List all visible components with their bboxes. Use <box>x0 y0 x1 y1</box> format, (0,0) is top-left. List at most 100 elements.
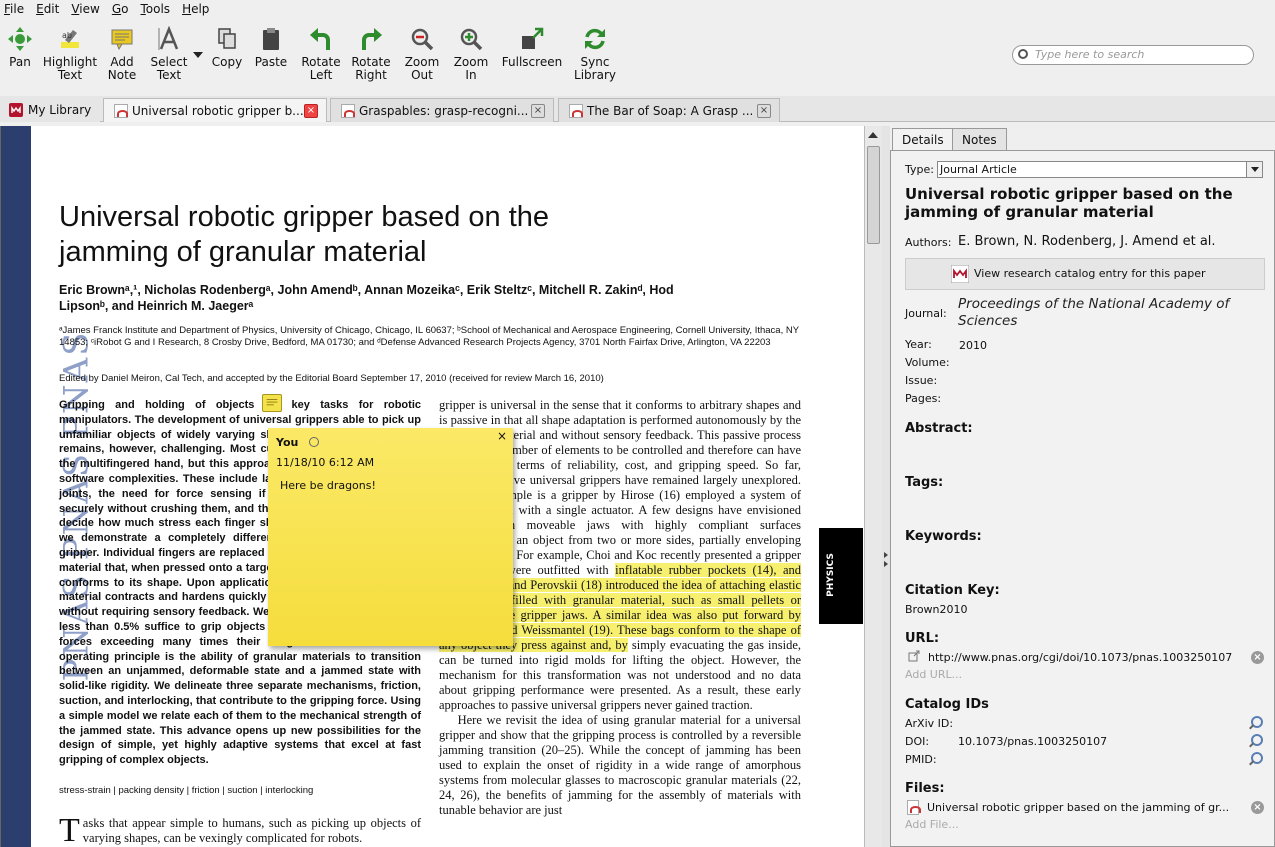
details-title[interactable]: Universal robotic gripper based on the j… <box>905 185 1265 221</box>
external-link-icon[interactable] <box>908 650 920 662</box>
highlighter-icon: ab <box>61 30 79 48</box>
menu-help[interactable]: Help <box>182 2 209 16</box>
scrollbar-thumb[interactable] <box>867 146 880 244</box>
select-text-icon <box>158 26 179 50</box>
file-value[interactable]: Universal robotic gripper based on the j… <box>927 801 1229 814</box>
chevron-down-icon <box>193 52 203 58</box>
pdf-document-view[interactable]: PNAS PNAS PNAS Universal robotic gripper… <box>0 126 864 847</box>
sticky-note-popup[interactable]: You 11/18/10 6:12 AM Here be dragons! × <box>268 428 513 646</box>
close-tab-icon[interactable]: × <box>304 104 318 118</box>
paste-icon <box>263 28 279 50</box>
chevron-down-icon <box>1246 162 1262 177</box>
pdf-icon <box>114 104 128 118</box>
remove-url-icon[interactable]: × <box>1251 651 1264 664</box>
tab-details[interactable]: Details <box>892 128 954 150</box>
svg-text:ab: ab <box>62 31 72 40</box>
mendeley-icon <box>951 265 969 283</box>
close-tab-icon[interactable]: × <box>757 104 771 118</box>
fullscreen-button[interactable]: Fullscreen <box>500 26 564 69</box>
sync-icon <box>585 28 605 50</box>
year-label: Year: <box>905 338 932 351</box>
vertical-scrollbar[interactable] <box>864 126 882 847</box>
menu-view[interactable]: View <box>71 2 99 16</box>
paper-intro: Tasks that appear simple to humans, such… <box>59 812 421 847</box>
panel-splitter[interactable] <box>882 126 890 847</box>
view-catalog-button[interactable]: View research catalog entry for this pap… <box>905 258 1265 290</box>
lookup-arxiv-icon[interactable] <box>1248 716 1263 730</box>
keywords-header: Keywords: <box>905 529 982 544</box>
citation-key-value[interactable]: Brown2010 <box>905 603 968 616</box>
search-placeholder: Type here to search <box>1035 48 1145 61</box>
doi-value[interactable]: 10.1073/pnas.1003250107 <box>958 735 1107 748</box>
pan-button[interactable]: Pan <box>5 26 35 69</box>
pan-icon <box>8 27 32 51</box>
tab-universal-gripper[interactable]: Universal robotic gripper b... × <box>103 98 327 122</box>
close-icon[interactable]: × <box>497 429 507 443</box>
search-icon <box>1018 49 1028 59</box>
paper-keywords: stress-strain | packing density | fricti… <box>59 785 314 796</box>
pages-label: Pages: <box>905 392 942 405</box>
journal-spine: PNAS PNAS PNAS <box>1 126 97 847</box>
type-select[interactable]: Journal Article <box>937 161 1263 178</box>
rotate-right-button[interactable]: Rotate Right <box>349 26 393 82</box>
drop-cap: T <box>59 812 80 847</box>
menu-bar: File Edit View Go Tools Help <box>0 0 1275 18</box>
paper-authors: Eric Brownᵃ,¹, Nicholas Rodenbergᵃ, John… <box>59 283 674 313</box>
copy-button[interactable]: Copy <box>210 26 244 69</box>
url-value[interactable]: http://www.pnas.org/cgi/doi/10.1073/pnas… <box>928 651 1232 664</box>
tab-my-library[interactable]: My Library <box>0 98 100 122</box>
section-tab-physics: PHYSICS <box>819 528 863 624</box>
menu-edit[interactable]: Edit <box>36 2 59 16</box>
tab-graspables[interactable]: Graspables: grasp-recogni... × <box>330 98 554 122</box>
scroll-up-icon[interactable] <box>868 132 878 138</box>
paper-title: Universal robotic gripper based on the j… <box>59 201 550 268</box>
type-label: Type: <box>905 163 934 176</box>
year-value[interactable]: 2010 <box>959 339 987 352</box>
search-input[interactable]: Type here to search <box>1012 45 1254 65</box>
chevron-right-icon <box>884 561 888 567</box>
menu-go[interactable]: Go <box>112 2 129 16</box>
journal-value[interactable]: Proceedings of the National Academy of S… <box>958 296 1258 330</box>
authors-value[interactable]: E. Brown, N. Rodenberg, J. Amend et al. <box>958 234 1216 249</box>
sync-library-button[interactable]: Sync Library <box>572 26 618 82</box>
rotate-left-icon <box>310 28 330 50</box>
note-timestamp: 11/18/10 6:12 AM <box>276 456 375 469</box>
fullscreen-icon <box>522 27 544 49</box>
zoom-in-button[interactable]: Zoom In <box>451 26 491 82</box>
rotate-left-button[interactable]: Rotate Left <box>299 26 343 82</box>
tab-bar-of-soap[interactable]: The Bar of Soap: A Grasp ... × <box>558 98 780 122</box>
pmid-label: PMID: <box>905 753 937 766</box>
highlight-text-button[interactable]: ab Highlight Text <box>42 26 98 82</box>
add-file-link[interactable]: Add File... <box>905 818 959 831</box>
tags-header: Tags: <box>905 475 944 490</box>
note-author: You <box>276 436 299 449</box>
add-url-link[interactable]: Add URL... <box>905 668 962 681</box>
zoom-out-button[interactable]: Zoom Out <box>402 26 442 82</box>
catalog-ids-header: Catalog IDs <box>905 697 989 712</box>
select-text-dropdown[interactable] <box>192 48 204 61</box>
volume-label: Volume: <box>905 356 950 369</box>
zoom-in-icon <box>460 28 483 51</box>
tab-notes[interactable]: Notes <box>952 128 1007 150</box>
lookup-doi-icon[interactable] <box>1248 734 1263 748</box>
select-text-button[interactable]: Select Text <box>146 26 192 82</box>
note-text[interactable]: Here be dragons! <box>280 479 376 492</box>
close-tab-icon[interactable]: × <box>531 104 545 118</box>
files-header: Files: <box>905 781 945 796</box>
pdf-icon <box>341 104 355 118</box>
paste-button[interactable]: Paste <box>252 26 290 69</box>
sticky-note-marker-icon[interactable] <box>262 394 282 412</box>
pdf-icon <box>569 104 583 118</box>
pdf-icon <box>907 800 921 815</box>
url-header: URL: <box>905 631 940 646</box>
lookup-pmid-icon[interactable] <box>1248 752 1263 766</box>
rotate-right-icon <box>362 28 382 50</box>
menu-tools[interactable]: Tools <box>140 2 170 16</box>
tab-bar: My Library Universal robotic gripper b..… <box>0 96 1275 122</box>
doi-label: DOI: <box>905 735 930 748</box>
note-icon <box>111 29 133 51</box>
remove-file-icon[interactable]: × <box>1251 801 1264 814</box>
details-panel: Type: Journal Article Universal robotic … <box>890 150 1275 847</box>
add-note-button[interactable]: Add Note <box>104 26 140 82</box>
menu-file[interactable]: File <box>4 2 24 16</box>
